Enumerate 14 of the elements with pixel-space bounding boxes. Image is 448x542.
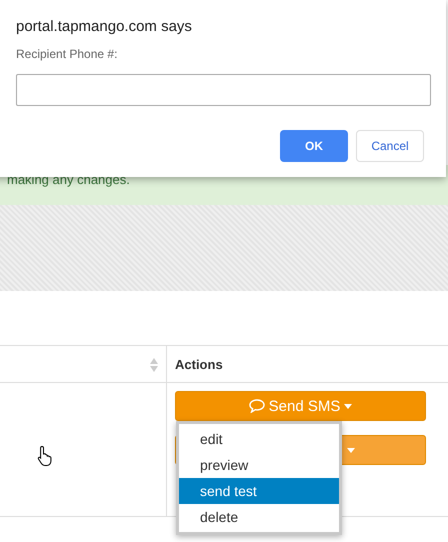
ok-button[interactable]: OK [280, 130, 348, 162]
menu-item[interactable]: preview [179, 452, 339, 478]
caret-icon [344, 404, 352, 408]
speech-bubble-icon [248, 399, 265, 413]
dialog-title: portal.tapmango.com says [16, 18, 193, 35]
caret-icon [347, 448, 355, 452]
menu-item[interactable]: send test [179, 478, 339, 504]
sort-icon[interactable] [150, 358, 158, 372]
cancel-button[interactable]: Cancel [356, 130, 424, 162]
column-header: Actions [175, 356, 223, 372]
menu-item[interactable]: edit [179, 426, 339, 452]
phone-input-field[interactable] [16, 74, 431, 106]
menu-item[interactable]: delete [179, 504, 339, 530]
prompt-label: Recipient Phone #: [16, 47, 118, 61]
